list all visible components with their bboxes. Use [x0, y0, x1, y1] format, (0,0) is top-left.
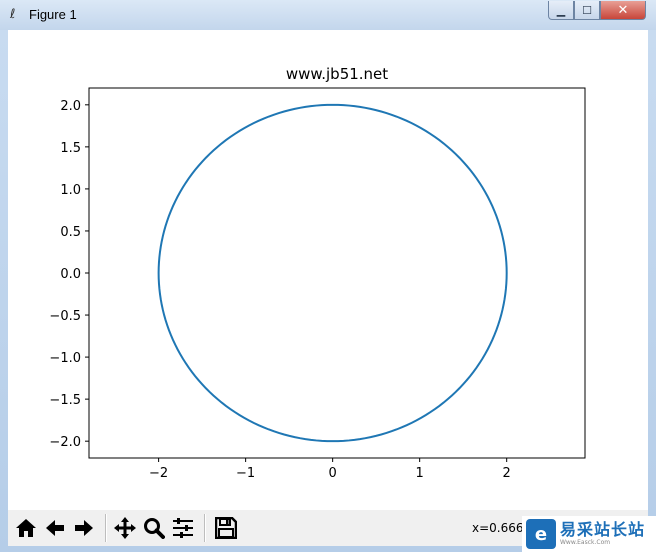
- axes-frame: [88, 87, 586, 459]
- y-tick-label: −2.0: [49, 435, 81, 450]
- site-watermark: e 易采站长站 Www.Easck.Com: [522, 516, 656, 552]
- x-tick-label: −2: [149, 466, 168, 481]
- y-tick-label: 1.0: [60, 183, 81, 198]
- home-button[interactable]: [12, 513, 40, 543]
- y-tick-label: 0.0: [60, 267, 81, 282]
- pan-button[interactable]: [111, 513, 139, 543]
- x-tick-label: −1: [236, 466, 255, 481]
- magnifier-icon: [144, 518, 165, 539]
- toolbar-separator: [105, 514, 107, 542]
- y-tick-label: 1.5: [60, 141, 81, 156]
- move-icon: [114, 517, 136, 539]
- x-axis: −2 −1 0 1 2: [149, 458, 511, 481]
- watermark-main-text: 易采站长站: [560, 520, 646, 539]
- home-icon: [16, 519, 36, 537]
- x-tick-label: 1: [416, 466, 424, 481]
- y-tick-label: −1.0: [49, 351, 81, 366]
- y-tick-label: −1.5: [49, 393, 81, 408]
- x-tick-label: 0: [329, 466, 337, 481]
- y-axis: 2.0 1.5 1.0 0.5 0.0 −0.5 −1.0 −1.5 −2.0: [49, 99, 89, 450]
- chart-title: www.jb51.net: [286, 65, 388, 83]
- y-tick-label: −0.5: [49, 309, 81, 324]
- watermark-logo: e: [526, 519, 556, 549]
- configure-subplots-button[interactable]: [169, 513, 197, 543]
- y-tick-label: 2.0: [60, 99, 81, 114]
- back-button[interactable]: [41, 513, 69, 543]
- toolbar-separator: [204, 514, 206, 542]
- save-button[interactable]: [212, 513, 240, 543]
- y-tick-label: 0.5: [60, 225, 81, 240]
- sliders-icon: [173, 518, 193, 538]
- forward-button[interactable]: [70, 513, 98, 543]
- zoom-button[interactable]: [140, 513, 168, 543]
- plot-area[interactable]: www.jb51.net −2 −1 0 1 2 2.0 1.5 1.0 0.5 0.0 −0.5…: [0, 0, 656, 510]
- watermark-sub-text: Www.Easck.Com: [560, 539, 611, 546]
- arrow-right-icon: [75, 520, 93, 536]
- figure-window: ℓ Figure 1 ▁ ☐ ✕ www.jb51.net −2 −1 0 1 2 2.…: [0, 0, 656, 552]
- x-tick-label: 2: [503, 466, 511, 481]
- floppy-disk-icon: [215, 517, 237, 539]
- arrow-left-icon: [46, 520, 64, 536]
